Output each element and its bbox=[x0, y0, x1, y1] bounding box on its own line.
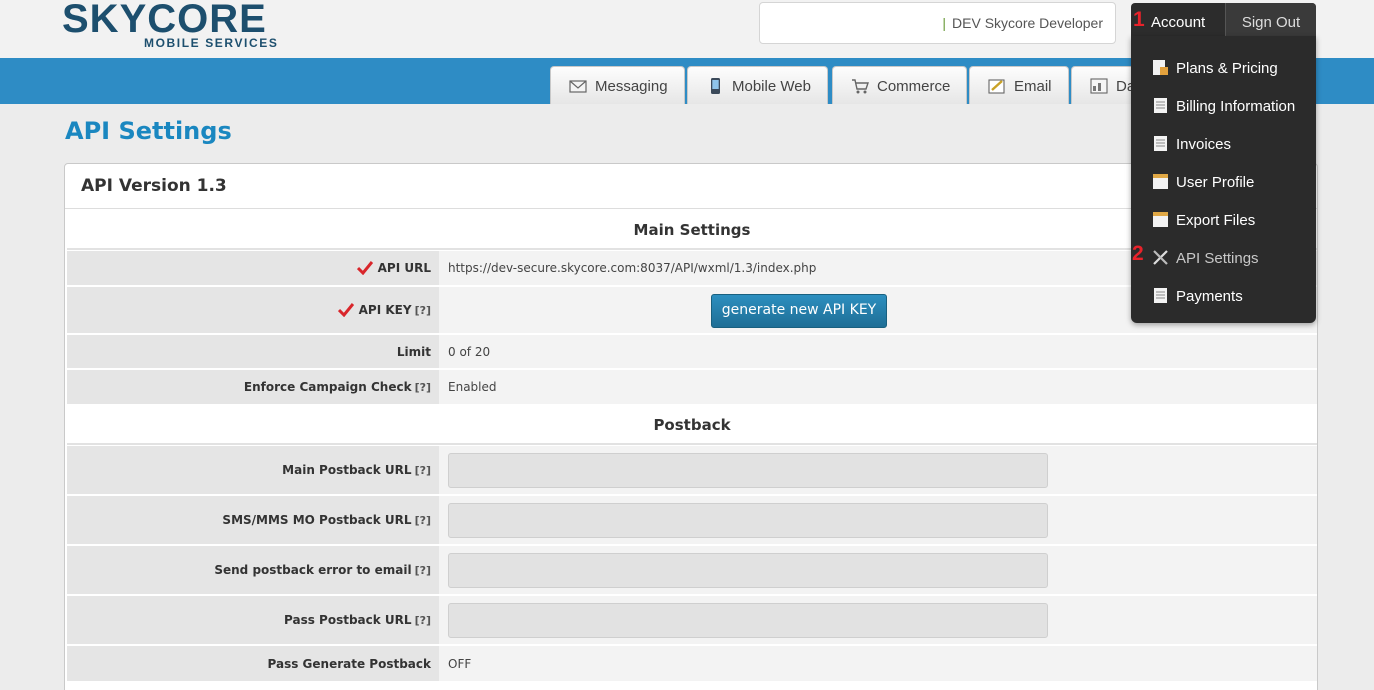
document-icon bbox=[1154, 98, 1167, 113]
menu-item-billing-information[interactable]: Billing Information bbox=[1131, 84, 1316, 122]
folder-icon bbox=[1153, 174, 1168, 189]
user-name: DEV Skycore Developer bbox=[952, 15, 1103, 31]
error-email-input[interactable] bbox=[448, 553, 1048, 588]
enforce-campaign-value: Enabled bbox=[448, 380, 497, 394]
tab-mobile-web[interactable]: Mobile Web bbox=[687, 66, 828, 104]
tab-label: Email bbox=[1014, 78, 1052, 95]
checkmark-icon bbox=[356, 261, 373, 275]
account-dropdown-menu: Plans & Pricing Billing Information Invo… bbox=[1131, 36, 1316, 323]
account-bar: Account Sign Out bbox=[1131, 3, 1316, 36]
user-separator: | bbox=[942, 15, 947, 31]
postback-heading: Postback bbox=[67, 405, 1317, 445]
menu-item-label: Billing Information bbox=[1176, 98, 1296, 115]
tab-messaging[interactable]: Messaging bbox=[550, 66, 685, 104]
skycore-logo[interactable]: SKYCORE MOBILE SERVICES bbox=[62, 0, 277, 50]
enforce-campaign-label-text: Enforce Campaign Check bbox=[243, 380, 412, 394]
enforce-campaign-row: Enforce Campaign Check [?] Enabled bbox=[67, 370, 1317, 405]
limit-label: Limit bbox=[67, 335, 439, 368]
main-settings-heading: Main Settings bbox=[67, 210, 1317, 250]
step-annotation-2: 2 bbox=[1132, 242, 1144, 265]
pass-postback-url-input[interactable] bbox=[448, 603, 1048, 638]
menu-item-invoices[interactable]: Invoices bbox=[1131, 122, 1316, 160]
menu-item-label: User Profile bbox=[1176, 174, 1255, 191]
error-email-label-text: Send postback error to email bbox=[214, 563, 412, 577]
api-url-label-text: API URL bbox=[377, 261, 431, 275]
step-annotation-1: 1 bbox=[1133, 8, 1145, 31]
api-settings-panel: API Version 1.3 Main Settings API URL ht… bbox=[64, 163, 1318, 690]
tab-email[interactable]: Email bbox=[969, 66, 1069, 104]
tab-commerce[interactable]: Commerce bbox=[832, 66, 967, 104]
menu-item-label: Plans & Pricing bbox=[1176, 60, 1278, 77]
help-link[interactable]: [?] bbox=[415, 464, 431, 477]
mo-postback-row: SMS/MMS MO Postback URL [?] bbox=[67, 496, 1317, 545]
pass-generate-value: OFF bbox=[448, 656, 472, 671]
limit-value: 0 of 20 bbox=[448, 344, 491, 359]
mo-postback-label-text: SMS/MMS MO Postback URL bbox=[222, 513, 412, 527]
user-info-box: | DEV Skycore Developer bbox=[759, 2, 1116, 44]
logo-main-text: SKYCORE bbox=[62, 0, 267, 41]
tab-label: Mobile Web bbox=[732, 78, 811, 95]
pass-postback-row: Pass Postback URL [?] bbox=[67, 596, 1317, 645]
help-link[interactable]: [?] bbox=[415, 381, 431, 394]
error-email-row: Send postback error to email [?] bbox=[67, 546, 1317, 595]
tab-label: Commerce bbox=[877, 78, 951, 95]
email-icon bbox=[988, 79, 1005, 94]
shopping-cart-icon bbox=[852, 79, 869, 94]
dashboard-icon bbox=[1090, 78, 1108, 94]
error-email-label: Send postback error to email [?] bbox=[67, 546, 439, 594]
account-button[interactable]: Account bbox=[1151, 14, 1205, 31]
pass-generate-label: Pass Generate Postback bbox=[67, 646, 439, 681]
limit-row: Limit 0 of 20 bbox=[67, 335, 1317, 369]
mo-postback-label: SMS/MMS MO Postback URL [?] bbox=[67, 496, 439, 544]
plans-pricing-icon bbox=[1153, 60, 1168, 75]
pass-postback-label-text: Pass Postback URL bbox=[284, 613, 412, 627]
envelope-icon bbox=[569, 80, 587, 93]
menu-item-label: Export Files bbox=[1176, 212, 1256, 229]
tools-icon bbox=[1153, 250, 1168, 265]
page-title: API Settings bbox=[65, 117, 232, 145]
enforce-campaign-label: Enforce Campaign Check [?] bbox=[67, 370, 439, 404]
menu-item-label: API Settings bbox=[1176, 250, 1259, 267]
help-link[interactable]: [?] bbox=[415, 564, 431, 577]
generate-api-key-button[interactable]: generate new API KEY bbox=[711, 294, 887, 328]
menu-item-export-files[interactable]: Export Files bbox=[1131, 198, 1316, 236]
api-key-label-text: API KEY bbox=[358, 303, 412, 317]
checkmark-icon bbox=[337, 303, 354, 317]
api-url-value: https://dev-secure.skycore.com:8037/API/… bbox=[448, 261, 817, 275]
logo-sub-text: MOBILE SERVICES bbox=[144, 36, 279, 50]
document-icon bbox=[1154, 288, 1167, 303]
main-postback-label: Main Postback URL [?] bbox=[67, 446, 439, 494]
api-url-label: API URL bbox=[67, 251, 439, 285]
folder-icon bbox=[1153, 212, 1168, 227]
menu-item-api-settings[interactable]: API Settings bbox=[1131, 236, 1316, 274]
help-link[interactable]: [?] bbox=[415, 304, 431, 317]
api-key-label: API KEY [?] bbox=[67, 287, 439, 333]
mobile-phone-icon bbox=[711, 78, 720, 94]
menu-item-payments[interactable]: Payments bbox=[1131, 274, 1316, 312]
menu-item-plans-pricing[interactable]: Plans & Pricing bbox=[1131, 46, 1316, 84]
main-postback-label-text: Main Postback URL bbox=[282, 463, 412, 477]
document-icon bbox=[1154, 136, 1167, 151]
tab-label: Messaging bbox=[595, 78, 668, 95]
main-postback-url-input[interactable] bbox=[448, 453, 1048, 488]
menu-item-user-profile[interactable]: User Profile bbox=[1131, 160, 1316, 198]
menu-item-label: Invoices bbox=[1176, 136, 1232, 153]
mo-postback-url-input[interactable] bbox=[448, 503, 1048, 538]
main-postback-row: Main Postback URL [?] bbox=[67, 446, 1317, 495]
help-link[interactable]: [?] bbox=[415, 514, 431, 527]
pass-generate-row: Pass Generate Postback OFF bbox=[67, 646, 1317, 682]
menu-item-label: Payments bbox=[1176, 288, 1243, 305]
api-key-row: API KEY [?] generate new API KEY bbox=[67, 287, 1317, 334]
api-url-row: API URL https://dev-secure.skycore.com:8… bbox=[67, 251, 1317, 286]
pass-postback-label: Pass Postback URL [?] bbox=[67, 596, 439, 644]
sign-out-button[interactable]: Sign Out bbox=[1225, 3, 1316, 36]
panel-title: API Version 1.3 bbox=[65, 164, 1317, 209]
help-link[interactable]: [?] bbox=[415, 614, 431, 627]
